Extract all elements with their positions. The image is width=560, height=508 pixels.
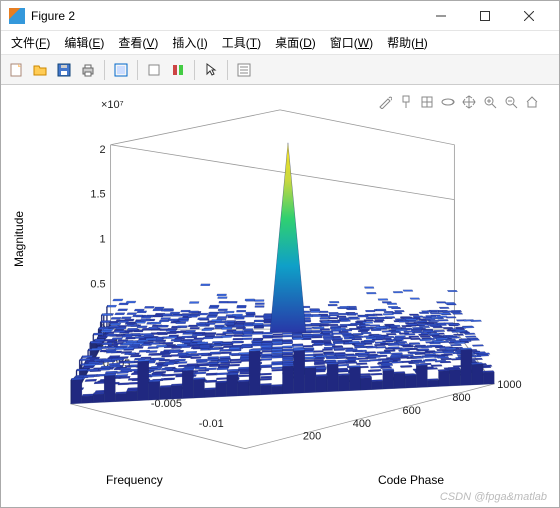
toolbar-separator — [137, 60, 138, 80]
window-title: Figure 2 — [31, 9, 419, 23]
menu-window[interactable]: 窗口(W) — [324, 32, 379, 53]
toolbar-separator — [227, 60, 228, 80]
maximize-button[interactable] — [463, 2, 507, 30]
save-icon[interactable] — [53, 59, 75, 81]
menu-tools[interactable]: 工具(T) — [216, 32, 267, 53]
svg-text:800: 800 — [452, 392, 470, 404]
svg-text:400: 400 — [353, 418, 371, 430]
insert-colorbar-icon[interactable] — [167, 59, 189, 81]
menu-insert[interactable]: 插入(I) — [166, 32, 213, 53]
svg-text:1: 1 — [100, 233, 106, 245]
menu-view[interactable]: 查看(V) — [112, 32, 164, 53]
menu-desktop[interactable]: 桌面(D) — [269, 32, 322, 53]
print-icon[interactable] — [77, 59, 99, 81]
svg-text:0.5: 0.5 — [90, 278, 105, 290]
insert-legend-icon[interactable] — [233, 59, 255, 81]
pointer-icon[interactable] — [200, 59, 222, 81]
svg-text:2: 2 — [100, 144, 106, 156]
menu-help[interactable]: 帮助(H) — [381, 32, 434, 53]
edit-plot-icon[interactable] — [110, 59, 132, 81]
menu-file[interactable]: 文件(F) — [5, 32, 56, 53]
close-button[interactable] — [507, 2, 551, 30]
svg-text:-0.01: -0.01 — [199, 418, 224, 430]
svg-text:1.5: 1.5 — [90, 189, 105, 201]
svg-text:600: 600 — [403, 405, 421, 417]
svg-text:200: 200 — [303, 431, 321, 443]
svg-text:1000: 1000 — [497, 379, 521, 391]
minimize-button[interactable] — [419, 2, 463, 30]
open-icon[interactable] — [29, 59, 51, 81]
new-icon[interactable] — [5, 59, 27, 81]
toolbar-separator — [104, 60, 105, 80]
link-icon[interactable] — [143, 59, 165, 81]
toolbar-separator — [194, 60, 195, 80]
menu-edit[interactable]: 编辑(E) — [58, 32, 110, 53]
surface-plot[interactable]: 00.5 11.52 0.010.005 0-0.005-0.01 200400… — [1, 85, 559, 504]
menubar: 文件(F) 编辑(E) 查看(V) 插入(I) 工具(T) 桌面(D) 窗口(W… — [1, 31, 559, 55]
app-icon — [9, 8, 25, 24]
titlebar: Figure 2 — [1, 1, 559, 31]
figure-area: ×10⁷ Magnitude Frequency Code Phase CSDN… — [1, 85, 559, 507]
toolbar — [1, 55, 559, 85]
